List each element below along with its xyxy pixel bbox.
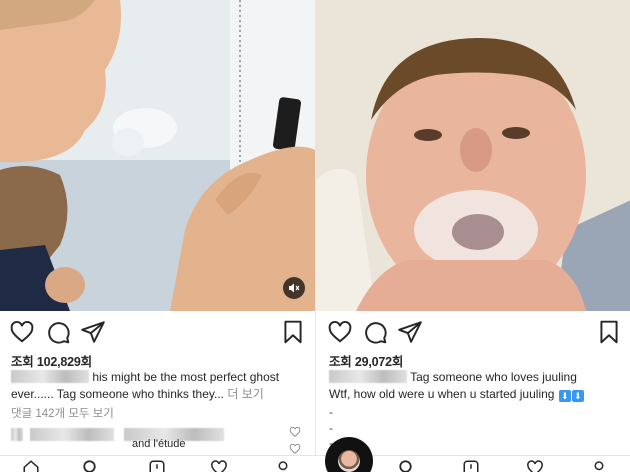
- post-video-right[interactable]: [316, 0, 630, 311]
- bottom-nav: [0, 455, 630, 472]
- bookmark-icon[interactable]: [596, 319, 622, 345]
- comment-dash: -: [329, 405, 333, 419]
- comment-icon[interactable]: [45, 319, 71, 345]
- avatar: [338, 450, 360, 472]
- view-all-comments-link[interactable]: 댓글 142개 모두 보기: [11, 405, 114, 421]
- comment-icon[interactable]: [362, 319, 388, 345]
- post-caption-left: his might be the most perfect ghost: [11, 369, 299, 386]
- profile-icon[interactable]: [590, 459, 608, 472]
- arrow-down-emoji: ⬇: [571, 390, 584, 402]
- blurred-username: [11, 370, 89, 383]
- heart-icon[interactable]: [327, 319, 353, 345]
- post-actions-right: [316, 318, 630, 346]
- heart-icon[interactable]: [9, 319, 35, 345]
- share-icon[interactable]: [397, 319, 423, 345]
- arrow-down-emoji: ⬇: [558, 390, 571, 402]
- reels-icon[interactable]: [462, 459, 480, 472]
- bookmark-icon[interactable]: [280, 319, 306, 345]
- comment-like-icon[interactable]: [289, 426, 301, 438]
- comment-dash: -: [329, 436, 333, 450]
- post-actions-left: [0, 318, 315, 346]
- profile-icon[interactable]: [274, 459, 292, 472]
- caption-line-1: his might be the most perfect ghost: [92, 370, 280, 384]
- comment-like-icon[interactable]: [289, 443, 301, 455]
- comment-text: and l'étude: [132, 438, 186, 450]
- reels-icon[interactable]: [148, 459, 166, 472]
- caption-line-1: Tag someone who loves juuling: [410, 370, 577, 384]
- search-icon[interactable]: [398, 459, 416, 472]
- share-icon[interactable]: [80, 319, 106, 345]
- post-video-left[interactable]: [0, 0, 315, 311]
- post-left: 조회 102,829회 his might be the most perfec…: [0, 0, 315, 472]
- caption-line-2: Wtf, how old were u when u started juuli…: [329, 387, 555, 401]
- search-icon[interactable]: [82, 459, 100, 472]
- activity-icon[interactable]: [526, 459, 544, 472]
- home-icon[interactable]: [22, 459, 40, 472]
- post-right: 조회 29,072회 Tag someone who loves juuling…: [315, 0, 630, 472]
- mute-icon: [289, 283, 300, 293]
- view-count: 조회 102,829회: [11, 355, 92, 369]
- mute-button[interactable]: [283, 277, 305, 299]
- caption-line-2: ever...... Tag someone who thinks they..…: [11, 387, 225, 401]
- more-link[interactable]: 더 보기: [227, 387, 263, 401]
- comment-row: and l'étude: [11, 427, 299, 450]
- activity-icon[interactable]: [210, 459, 228, 472]
- view-count: 조회 29,072회: [329, 355, 404, 369]
- post-caption-right: Tag someone who loves juuling: [329, 369, 614, 386]
- blurred-username: [329, 370, 407, 383]
